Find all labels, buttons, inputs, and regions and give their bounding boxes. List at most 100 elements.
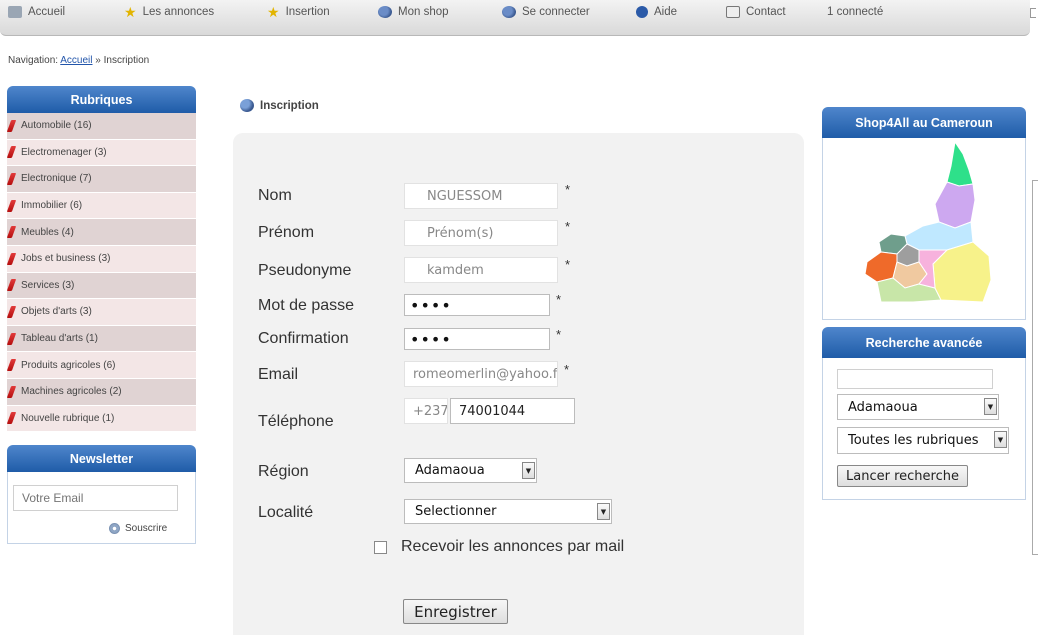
pencil-icon	[6, 385, 17, 398]
search-region-select[interactable]: Adamaoua ▼	[837, 394, 999, 420]
rubriques-list: Automobile (16) Electromenager (3) Elect…	[6, 113, 196, 433]
localite-selected: Selectionner	[415, 504, 497, 519]
rubriques-title: Rubriques	[70, 92, 133, 107]
nav-item-label: Les annonces	[142, 6, 215, 18]
online-count-label: 1 connecté	[827, 6, 884, 18]
nom-input[interactable]: NGUESSOM	[404, 183, 558, 209]
nav-item-contact[interactable]: Contact	[726, 4, 786, 20]
rubrique-label: Electromenager (3)	[21, 146, 107, 158]
rubrique-item[interactable]: Produits agricoles (6)	[6, 352, 196, 379]
phone-prefix-input[interactable]: +237	[404, 398, 448, 424]
newsletter-box: Souscrire	[7, 472, 196, 544]
star-icon: ★	[267, 4, 280, 20]
rubrique-item[interactable]: Electromenager (3)	[6, 139, 196, 167]
rubrique-label: Tableau d'arts (1)	[21, 333, 98, 345]
pencil-icon	[6, 172, 17, 185]
required-mark: *	[565, 257, 571, 272]
subscribe-button[interactable]: Souscrire	[109, 523, 167, 534]
rubrique-item[interactable]: Tableau d'arts (1)	[6, 325, 196, 353]
register-button[interactable]: Enregistrer	[403, 599, 508, 624]
nav-item-se-connecter[interactable]: Se connecter	[502, 4, 590, 20]
rubriques-header: Rubriques	[7, 86, 196, 113]
pencil-icon	[6, 305, 17, 318]
search-title: Recherche avancée	[865, 335, 983, 350]
rubrique-label: Machines agricoles (2)	[21, 386, 122, 398]
password-label: Mot de passe	[258, 297, 355, 314]
nav-item-label: Aide	[654, 6, 678, 18]
password-input[interactable]: ••••	[404, 294, 550, 316]
online-count: 1 connecté	[827, 4, 883, 20]
rubrique-item[interactable]: Machines agricoles (2)	[6, 378, 196, 406]
nav-item-aide[interactable]: Aide	[636, 4, 677, 20]
chevron-down-icon: ▼	[984, 398, 997, 415]
email-input[interactable]: romeomerlin@yahoo.f	[404, 361, 558, 387]
pencil-icon	[6, 199, 17, 212]
search-input[interactable]	[837, 369, 993, 389]
pencil-icon	[6, 226, 17, 239]
search-rubrique-select[interactable]: Toutes les rubriques ▼	[837, 427, 1009, 454]
page-title-text: Inscription	[260, 99, 319, 112]
subscribe-label: Souscrire	[125, 523, 168, 534]
nav-item-label: Accueil	[28, 6, 66, 18]
nav-item-annonces[interactable]: ★ Les annonces	[124, 4, 214, 20]
cameroon-map	[822, 138, 1026, 320]
breadcrumb-current: Inscription	[103, 55, 150, 66]
mail-opt-checkbox[interactable]	[374, 541, 387, 554]
rubrique-item[interactable]: Services (3)	[6, 272, 196, 300]
breadcrumb-home-link[interactable]: Accueil	[60, 55, 92, 66]
breadcrumb-separator: »	[95, 55, 101, 66]
region-select[interactable]: Adamaoua ▼	[404, 458, 537, 483]
rubrique-label: Immobilier (6)	[21, 200, 83, 212]
breadcrumb-prefix: Navigation:	[8, 55, 59, 66]
help-icon	[636, 6, 648, 18]
home-icon	[8, 6, 22, 18]
search-button[interactable]: Lancer recherche	[837, 465, 968, 487]
rubrique-item[interactable]: Electronique (7)	[6, 166, 196, 193]
required-mark: *	[564, 362, 570, 377]
pencil-icon	[6, 279, 17, 292]
gear-icon	[109, 523, 120, 534]
map-region-sud-ouest[interactable]	[864, 251, 898, 283]
localite-select[interactable]: Selectionner ▼	[404, 499, 612, 524]
top-navigation: Accueil ★ Les annonces ★ Insertion Mon s…	[0, 0, 1030, 36]
required-mark: *	[556, 327, 562, 342]
map-title: Shop4All au Cameroun	[855, 115, 993, 130]
region-label: Région	[258, 463, 309, 480]
mail-opt-label: Recevoir les annonces par mail	[401, 538, 625, 555]
rubrique-item[interactable]: Objets d'arts (3)	[6, 299, 196, 326]
pencil-icon	[6, 412, 17, 425]
phone-number-input[interactable]: 74001044	[450, 398, 575, 424]
rubrique-item[interactable]: Meubles (4)	[6, 219, 196, 246]
search-rubrique-selected: Toutes les rubriques	[848, 433, 979, 448]
pseudonyme-input[interactable]: kamdem	[404, 257, 558, 283]
rubrique-item[interactable]: Nouvelle rubrique (1)	[6, 405, 196, 433]
breadcrumb: Navigation: Accueil » Inscription	[8, 55, 149, 66]
required-mark: *	[556, 292, 562, 307]
rubrique-item[interactable]: Jobs et business (3)	[6, 245, 196, 273]
confirmation-label: Confirmation	[258, 330, 349, 347]
nav-item-mon-shop[interactable]: Mon shop	[378, 4, 449, 20]
prenom-input[interactable]: Prénom(s)	[404, 220, 558, 246]
pseudonyme-label: Pseudonyme	[258, 262, 352, 279]
rubrique-label: Meubles (4)	[21, 226, 74, 238]
nav-item-insertion[interactable]: ★ Insertion	[267, 4, 330, 20]
nav-item-accueil[interactable]: Accueil	[8, 4, 65, 20]
rubrique-item[interactable]: Immobilier (6)	[6, 192, 196, 220]
map-header: Shop4All au Cameroun	[822, 107, 1026, 138]
map-region-nord[interactable]	[934, 181, 976, 229]
rubrique-label: Electronique (7)	[21, 173, 92, 185]
map-region-extreme-nord[interactable]	[946, 140, 974, 187]
cameroon-map-graphic	[864, 140, 992, 303]
pencil-icon	[6, 252, 17, 265]
pencil-icon	[6, 332, 17, 345]
scrollbar[interactable]	[1032, 180, 1038, 555]
rubrique-item[interactable]: Automobile (16)	[6, 113, 196, 140]
search-region-selected: Adamaoua	[848, 399, 918, 415]
newsletter-email-input[interactable]	[13, 485, 178, 511]
people-icon	[502, 6, 516, 18]
window-edge	[1030, 8, 1036, 18]
confirmation-input[interactable]: ••••	[404, 328, 550, 350]
rubrique-label: Services (3)	[21, 279, 75, 291]
rubrique-label: Nouvelle rubrique (1)	[21, 412, 115, 424]
search-header: Recherche avancée	[822, 327, 1026, 358]
